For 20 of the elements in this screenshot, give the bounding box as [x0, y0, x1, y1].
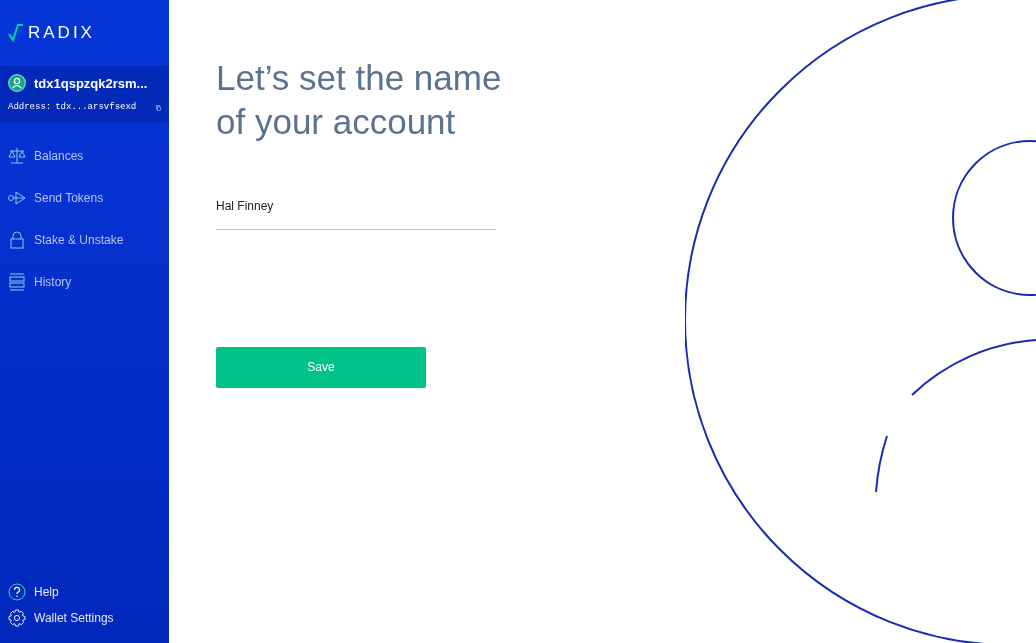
nav-link[interactable]: Help: [34, 583, 59, 601]
history-icon: [8, 272, 26, 291]
help-icon: [8, 583, 26, 601]
avatar-icon: [8, 74, 26, 93]
lock-icon: [8, 230, 26, 249]
page-heading: Let’s set the name of your account: [216, 57, 503, 144]
nav-link[interactable]: Stake & Unstake: [34, 230, 124, 249]
address-value: tdx...arsvfsexd: [55, 101, 137, 114]
logo-text: RADIX: [28, 22, 95, 44]
nav-link[interactable]: Wallet Settings: [34, 609, 114, 627]
send-icon: [8, 188, 26, 207]
nav-link[interactable]: Balances: [34, 146, 84, 165]
logo-checkmark-icon: [8, 23, 24, 42]
scale-icon: [8, 146, 26, 165]
settings-icon: [8, 609, 26, 627]
nav-link[interactable]: Send Tokens: [34, 188, 104, 207]
account-name: tdx1qspzqk2rsm...: [34, 74, 148, 93]
address-label: Address:: [8, 101, 52, 114]
nav-link[interactable]: History: [34, 272, 72, 291]
copy-icon[interactable]: [156, 102, 161, 113]
